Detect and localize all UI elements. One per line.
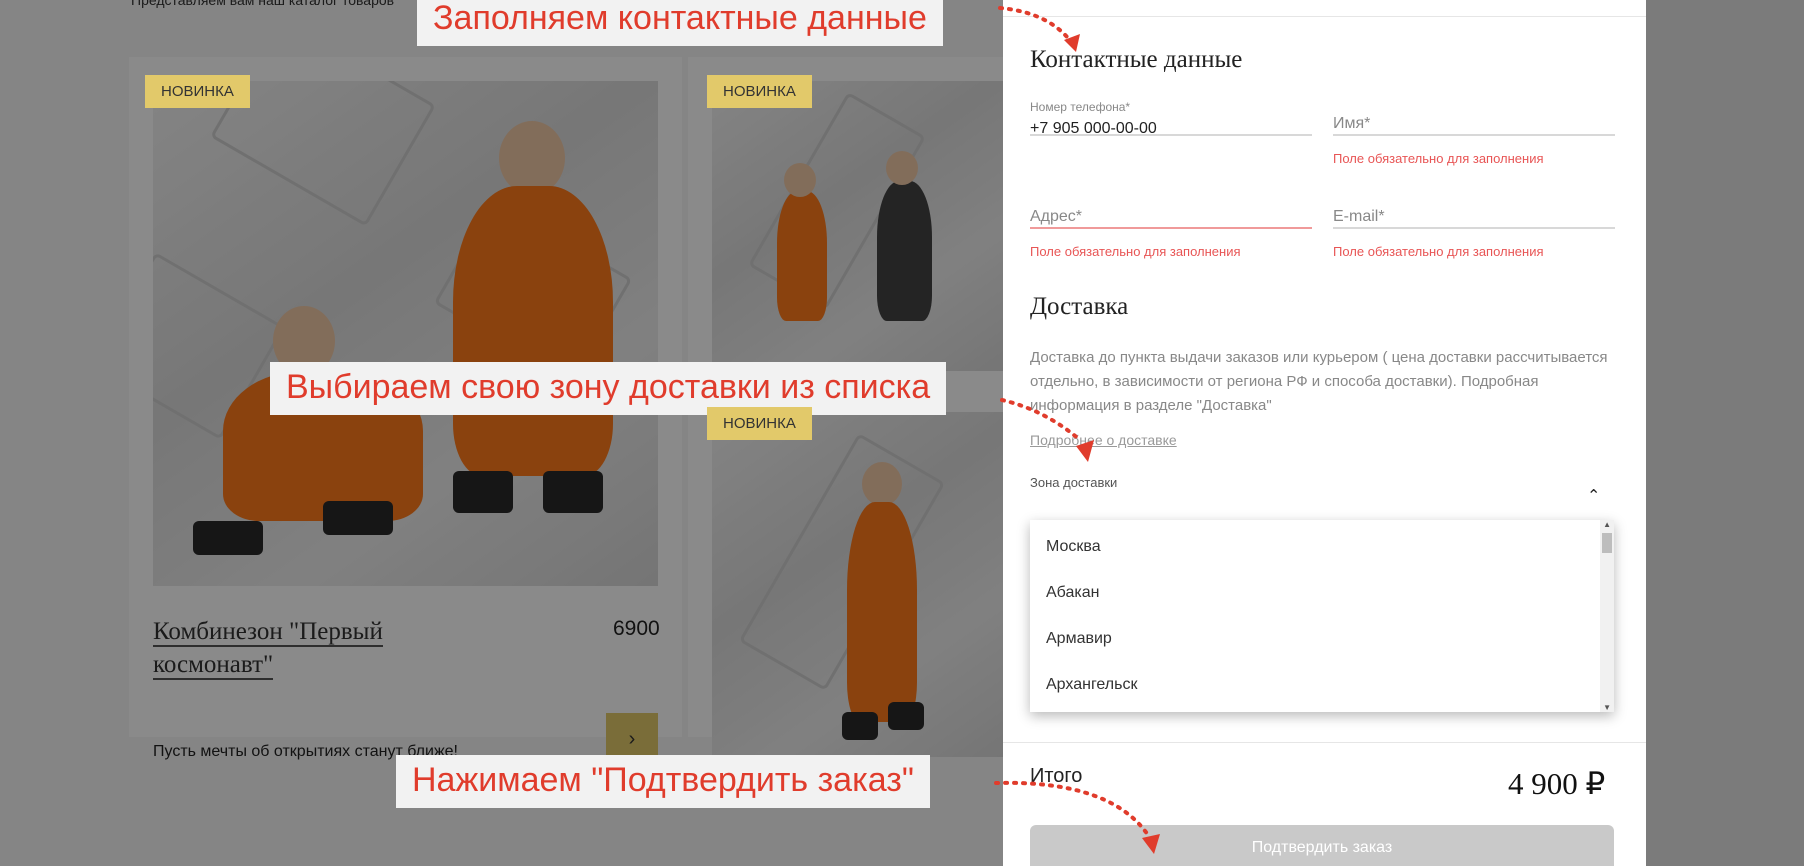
arrowhead-icon [1142, 834, 1160, 854]
annotation-arrow-1 [998, 6, 1070, 40]
annotation-arrows [994, 6, 1160, 854]
screen: Представляем вам наш каталог товаров НОВ… [0, 0, 1804, 866]
annotation-arrow-2 [1000, 398, 1082, 442]
new-badge: НОВИНКА [707, 75, 812, 108]
arrowhead-icon [1076, 440, 1094, 462]
new-badge: НОВИНКА [707, 407, 812, 440]
new-badge: НОВИНКА [145, 75, 250, 108]
annotation-arrow-3 [994, 780, 1150, 837]
